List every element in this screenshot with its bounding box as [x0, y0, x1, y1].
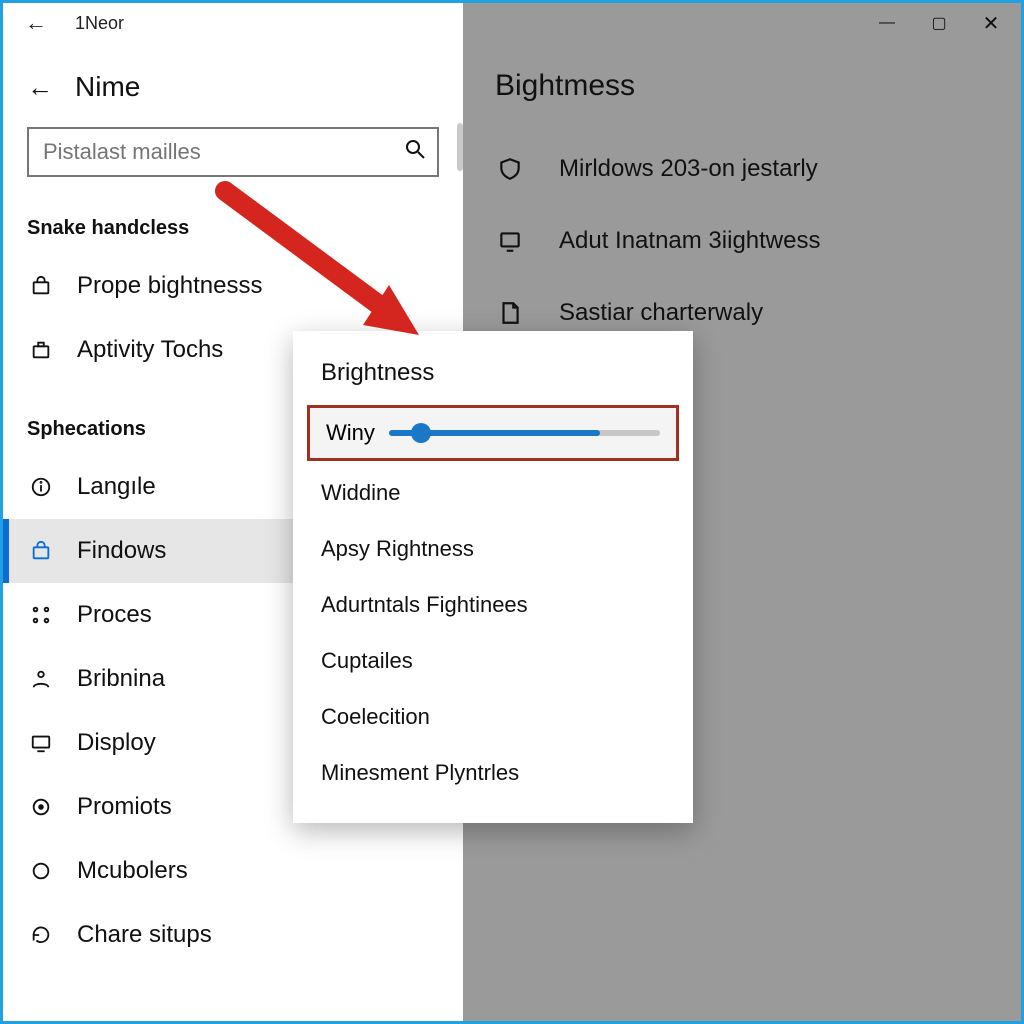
- back-icon[interactable]: ←: [27, 72, 53, 103]
- file-icon: [495, 298, 525, 328]
- main-row-label: Adut Inatnam 3iightwess: [559, 227, 820, 255]
- popup-item-widdine[interactable]: Widdine: [293, 465, 693, 521]
- sidebar-item-label: Aptivity Tochs: [77, 336, 223, 364]
- main-row-mirldows[interactable]: Mirldows 203-on jestarly: [463, 133, 1021, 205]
- sidebar-item-mcubolers[interactable]: Mcubolers: [3, 839, 463, 903]
- circle-icon: [27, 860, 55, 882]
- search-icon[interactable]: [405, 139, 425, 165]
- target-icon: [27, 796, 55, 818]
- popup-item-label: Minesment Plyntrles: [321, 760, 519, 786]
- sidebar-item-label: Promiots: [77, 793, 172, 821]
- popup-title: Brightness: [293, 349, 693, 405]
- sidebar-item-label: Proces: [77, 601, 152, 629]
- puzzle-icon: [27, 339, 55, 361]
- sidebar-item-label: Langıle: [77, 473, 156, 501]
- slider-label: Winy: [326, 420, 375, 446]
- nodes-icon: [27, 604, 55, 626]
- display-icon: [27, 732, 55, 754]
- monitor-icon: [495, 226, 525, 256]
- bag-icon: [27, 275, 55, 297]
- popup-item-label: Widdine: [321, 480, 400, 506]
- app-hint: 1Neor: [75, 13, 124, 34]
- popup-item-label: Adurtntals Fightinees: [321, 592, 528, 618]
- sidebar-item-label: Chare situps: [77, 921, 212, 949]
- popup-item-apsy[interactable]: Apsy Rightness: [293, 521, 693, 577]
- section-title-1: Snake handcless: [3, 199, 463, 254]
- sidebar-header: ← Nime: [3, 53, 463, 127]
- search-input[interactable]: [27, 127, 439, 177]
- info-icon: [27, 476, 55, 498]
- brightness-slider[interactable]: [389, 430, 660, 436]
- slider-thumb[interactable]: [411, 423, 431, 443]
- brightness-popup: Brightness Winy Widdine Apsy Rightness A…: [293, 331, 693, 823]
- refresh-icon: [27, 924, 55, 946]
- popup-item-label: Cuptailes: [321, 648, 413, 674]
- titlebar-left: ← 1Neor: [25, 3, 124, 43]
- popup-item-cuptailes[interactable]: Cuptailes: [293, 633, 693, 689]
- popup-item-label: Coelecition: [321, 704, 430, 730]
- sidebar-item-chare[interactable]: Chare situps: [3, 903, 463, 967]
- sidebar-item-label: Mcubolers: [77, 857, 188, 885]
- settings-window: ← 1Neor — ▢ ✕ ← Nime Snake handcless: [0, 0, 1024, 1024]
- shield-icon: [495, 154, 525, 184]
- main-row-label: Mirldows 203-on jestarly: [559, 155, 818, 183]
- popup-item-minesment[interactable]: Minesment Plyntrles: [293, 745, 693, 801]
- sidebar-item-label: Findows: [77, 537, 166, 565]
- maximize-button[interactable]: ▢: [913, 3, 965, 43]
- search-wrapper: [27, 127, 439, 177]
- back-icon[interactable]: ←: [25, 12, 47, 34]
- sidebar-title: Nime: [75, 71, 140, 103]
- popup-item-label: Apsy Rightness: [321, 536, 474, 562]
- popup-item-coelecition[interactable]: Coelecition: [293, 689, 693, 745]
- sidebar-item-label: Bribnina: [77, 665, 165, 693]
- brightness-slider-row[interactable]: Winy: [307, 405, 679, 461]
- minimize-button[interactable]: —: [861, 3, 913, 43]
- popup-item-adurtntals[interactable]: Adurtntals Fightinees: [293, 577, 693, 633]
- main-row-adut[interactable]: Adut Inatnam 3iightwess: [463, 205, 1021, 277]
- person-icon: [27, 668, 55, 690]
- titlebar: ← 1Neor — ▢ ✕: [3, 3, 1021, 43]
- sidebar-item-label: Prope bightnesss: [77, 272, 262, 300]
- main-row-label: Sastiar charterwaly: [559, 299, 763, 327]
- sidebar-item-prope[interactable]: Prope bightnesss: [3, 254, 463, 318]
- close-button[interactable]: ✕: [965, 3, 1017, 43]
- page-title: Bightmess: [463, 61, 1021, 133]
- sidebar-item-label: Disploy: [77, 729, 156, 757]
- scrollbar-track[interactable]: [457, 123, 463, 171]
- bag-icon: [27, 540, 55, 562]
